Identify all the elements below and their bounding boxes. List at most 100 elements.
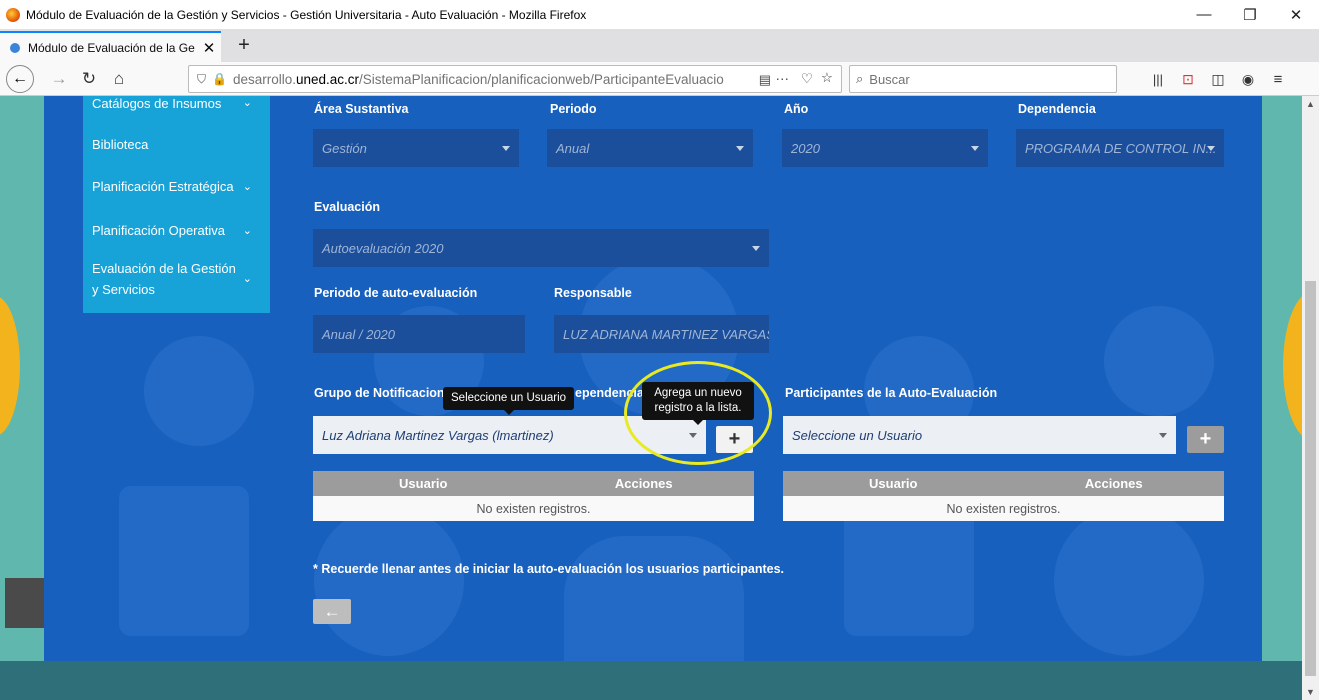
caret-down-icon: [752, 246, 760, 251]
window-titlebar: Módulo de Evaluación de la Gestión y Ser…: [0, 0, 1319, 29]
sidebar-item-label: Catálogos de Insumos: [92, 96, 222, 111]
library-icon[interactable]: |||: [1143, 64, 1173, 94]
chevron-down-icon: ⌄: [242, 97, 252, 109]
new-tab-button[interactable]: +: [232, 31, 256, 59]
reminder-note: * Recuerde llenar antes de iniciar la au…: [313, 562, 784, 576]
url-host: uned.ac.cr: [296, 71, 360, 87]
anio-select[interactable]: 2020: [782, 129, 988, 167]
vertical-scrollbar[interactable]: ▲ ▼: [1302, 96, 1319, 700]
minimize-button[interactable]: —: [1181, 0, 1227, 29]
url-bar[interactable]: ⛉ 🔒 desarrollo. uned.ac.cr/SistemaPlanifi…: [188, 65, 842, 93]
col-acciones: Acciones: [1084, 476, 1143, 491]
search-bar[interactable]: ⌕ Buscar: [849, 65, 1117, 93]
navigation-bar: ← → ↻ ⌂ ⛉ 🔒 desarrollo. uned.ac.cr/Sistem…: [0, 62, 1319, 96]
page-actions-icon[interactable]: ···: [776, 71, 790, 86]
bookmark-star-icon[interactable]: ☆: [821, 70, 833, 86]
bg-gear-circle: [314, 506, 464, 656]
bg-calendar-shape: [119, 486, 249, 636]
url-path: /SistemaPlanificacion/planificacionweb/P…: [359, 71, 724, 87]
participantes-select[interactable]: Seleccione un Usuario: [783, 416, 1176, 454]
browser-tab[interactable]: Módulo de Evaluación de la Ge ✕: [0, 31, 221, 62]
pocket-extension-icon[interactable]: ⊡: [1173, 64, 1203, 94]
sidebar-item-label: Planificación Operativa: [92, 222, 225, 238]
anio-value: 2020: [791, 140, 820, 156]
bg-gear-circle-right: [1054, 506, 1204, 656]
table-empty-row: No existen registros.: [313, 496, 754, 521]
caret-down-icon: [971, 146, 979, 151]
col-usuario: Usuario: [869, 476, 918, 491]
close-window-button[interactable]: ✕: [1273, 0, 1319, 29]
window-title: Módulo de Evaluación de la Gestión y Ser…: [26, 7, 587, 22]
menu-icon[interactable]: ≡: [1263, 64, 1293, 94]
home-icon[interactable]: ⌂: [104, 64, 134, 94]
back-button[interactable]: ←: [6, 65, 34, 93]
scroll-down-icon[interactable]: ▼: [1302, 684, 1319, 700]
sidebar-toggle-icon[interactable]: ◫: [1203, 64, 1233, 94]
chevron-down-icon: ⌄: [242, 272, 252, 285]
bg-people-circle: [144, 336, 254, 446]
sidebar-item-catalogos[interactable]: Catálogos de Insumos ⌄: [83, 96, 270, 118]
tab-title: Módulo de Evaluación de la Ge: [28, 40, 195, 55]
participantes-label: Participantes de la Auto-Evaluación: [785, 386, 998, 400]
periodo-value: Anual: [556, 140, 590, 156]
participantes-value: Seleccione un Usuario: [792, 427, 923, 443]
forward-icon[interactable]: →: [44, 64, 74, 94]
table-header: Usuario Acciones: [313, 471, 754, 496]
dependencia-select[interactable]: PROGRAMA DE CONTROL IN...: [1016, 129, 1224, 167]
caret-down-icon: [502, 146, 510, 151]
reload-icon[interactable]: ↻: [74, 64, 104, 94]
grupo-table: Usuario Acciones No existen registros.: [313, 471, 754, 521]
scroll-up-icon[interactable]: ▲: [1302, 96, 1319, 112]
evaluacion-select[interactable]: Autoevaluación 2020: [313, 229, 769, 267]
area-sustantiva-label: Área Sustantiva: [314, 102, 409, 116]
grupo-usuario-value: Luz Adriana Martinez Vargas (lmartinez): [322, 427, 554, 443]
col-acciones: Acciones: [614, 476, 673, 491]
sidebar-item-label: Biblioteca: [92, 136, 149, 152]
firefox-logo-icon: [6, 7, 20, 22]
pocket-icon[interactable]: ♡: [801, 71, 813, 87]
area-sustantiva-select[interactable]: Gestión: [313, 129, 519, 167]
dependencia-label: Dependencia: [1018, 102, 1096, 116]
tooltip-text: Seleccione un Usuario: [451, 392, 567, 404]
periodo-auto-field: Anual / 2020: [313, 315, 525, 353]
floor-decoration: [0, 661, 1302, 700]
insecure-lock-icon: 🔒: [212, 72, 227, 86]
caret-down-icon: [736, 146, 744, 151]
bg-yellow-shape: [0, 296, 20, 436]
tab-close-icon[interactable]: ✕: [197, 39, 221, 57]
search-placeholder: Buscar: [869, 71, 910, 87]
col-usuario: Usuario: [399, 476, 448, 491]
responsable-value: LUZ ADRIANA MARTINEZ VARGAS: [563, 326, 769, 342]
sidebar-item-planificacion-estrategica[interactable]: Planificación Estratégica ⌄: [83, 168, 270, 204]
chevron-down-icon: ⌄: [242, 180, 252, 193]
account-icon[interactable]: ◉: [1233, 64, 1263, 94]
restore-button[interactable]: ❐: [1227, 0, 1273, 29]
sidebar-item-evaluacion[interactable]: Evaluación de la Gestión y Servicios ⌄: [83, 254, 270, 304]
add-participante-button[interactable]: +: [1187, 426, 1224, 453]
evaluacion-value: Autoevaluación 2020: [322, 240, 444, 256]
sidebar-item-planificacion-operativa[interactable]: Planificación Operativa ⌄: [83, 212, 270, 248]
dependencia-value: PROGRAMA DE CONTROL IN...: [1025, 140, 1217, 156]
periodo-label: Periodo: [550, 102, 597, 116]
sidebar-menu: Catálogos de Insumos ⌄ Biblioteca Planif…: [83, 96, 270, 313]
chevron-down-icon: ⌄: [242, 224, 252, 237]
reader-view-icon[interactable]: ▤: [759, 72, 771, 88]
grupo-notificaciones-label: Grupo de Notificacione: [314, 386, 452, 400]
bg-person-shape: [564, 536, 744, 661]
scroll-thumb[interactable]: [1305, 281, 1316, 676]
evaluacion-label: Evaluación: [314, 200, 380, 214]
tooltip-seleccione-usuario: Seleccione un Usuario: [443, 387, 575, 415]
tab-bar: Módulo de Evaluación de la Ge ✕ +: [0, 29, 1319, 62]
anio-label: Año: [784, 102, 809, 116]
url-prefix: desarrollo.: [232, 71, 296, 87]
responsable-label: Responsable: [554, 286, 632, 300]
back-arrow-button[interactable]: ←: [313, 599, 351, 624]
periodo-auto-value: Anual / 2020: [322, 326, 396, 342]
shield-icon: ⛉: [197, 71, 207, 86]
sidebar-item-biblioteca[interactable]: Biblioteca: [83, 126, 270, 162]
search-icon: ⌕: [856, 71, 864, 86]
periodo-select[interactable]: Anual: [547, 129, 753, 167]
sidebar-item-label: Evaluación de la Gestión y Servicios: [92, 261, 236, 297]
participantes-table: Usuario Acciones No existen registros.: [783, 471, 1224, 521]
highlight-circle: [624, 361, 772, 465]
